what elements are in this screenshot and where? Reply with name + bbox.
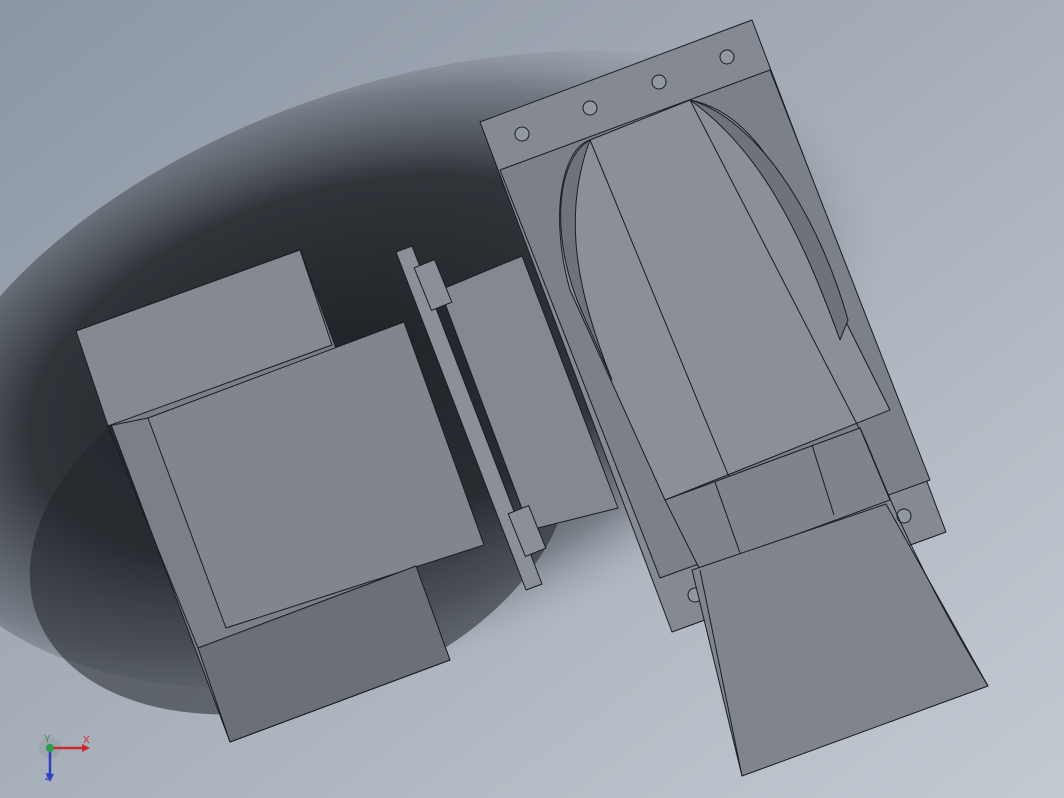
bolt-hole-4 xyxy=(719,49,735,65)
triad-y-label: Y xyxy=(44,734,51,745)
triad-z-label: Z xyxy=(45,772,52,783)
graphics-viewport[interactable]: X Y Z xyxy=(0,0,1064,798)
bolt-hole-2 xyxy=(582,100,598,116)
bolt-hole-5 xyxy=(896,508,912,524)
triad-x-label: X xyxy=(83,735,90,746)
blower-assembly-model[interactable] xyxy=(0,0,1064,798)
bolt-hole-1 xyxy=(514,126,530,142)
bolt-hole-3 xyxy=(651,74,667,90)
